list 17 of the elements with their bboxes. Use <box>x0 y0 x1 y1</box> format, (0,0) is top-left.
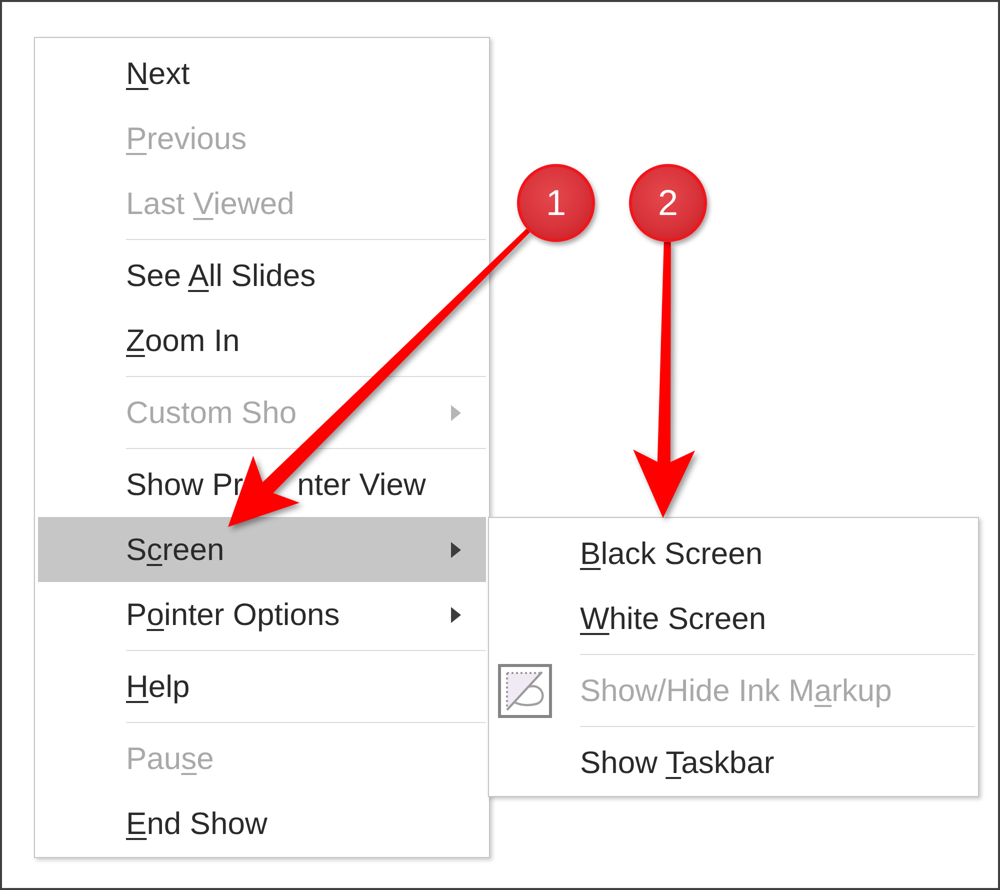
step-number-badge: 2 <box>629 164 707 242</box>
menu-item[interactable]: Pointer Options <box>38 582 486 647</box>
menu-item[interactable]: See All Slides <box>38 243 486 308</box>
menu-item[interactable]: Zoom In <box>38 308 486 373</box>
submenu-caret-icon <box>451 606 461 622</box>
menu-item[interactable]: Screen <box>38 517 486 582</box>
menu-item[interactable]: White Screen <box>492 586 975 651</box>
submenu-caret-icon <box>451 542 461 558</box>
menu-item[interactable]: End Show <box>38 791 486 856</box>
menu-item[interactable]: Black Screen <box>492 521 975 586</box>
pen-stroke-icon <box>498 664 552 718</box>
menu-item[interactable]: Help <box>38 654 486 719</box>
menu-item[interactable]: Show Pr nter View <box>38 452 486 517</box>
step-number-badge: 1 <box>517 164 595 242</box>
menu-item[interactable]: Next <box>38 41 486 106</box>
submenu-caret-icon <box>451 404 461 420</box>
menu-item[interactable]: Show Taskbar <box>492 730 975 795</box>
